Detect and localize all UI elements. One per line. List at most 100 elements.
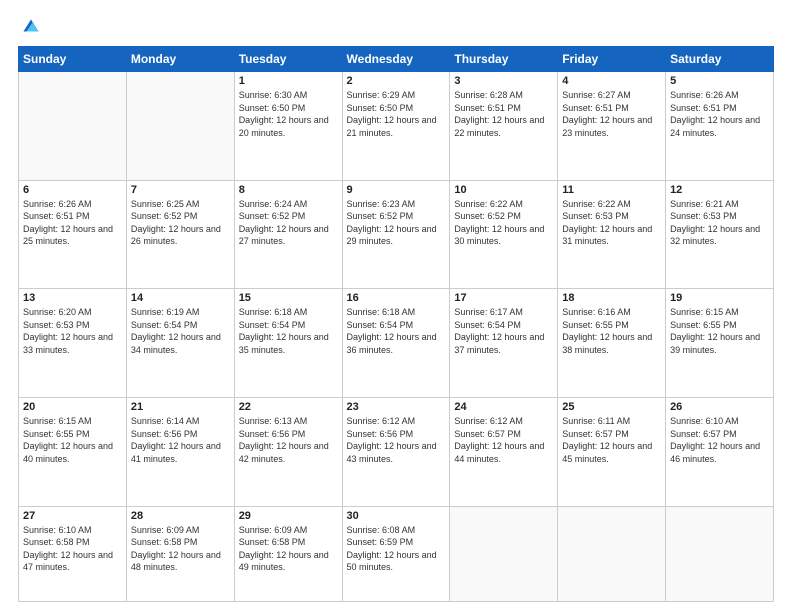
calendar-cell: 10Sunrise: 6:22 AM Sunset: 6:52 PM Dayli… <box>450 180 558 289</box>
day-info: Sunrise: 6:21 AM Sunset: 6:53 PM Dayligh… <box>670 198 769 248</box>
day-info: Sunrise: 6:29 AM Sunset: 6:50 PM Dayligh… <box>347 89 446 139</box>
day-number: 9 <box>347 184 446 196</box>
day-number: 7 <box>131 184 230 196</box>
calendar-cell: 4Sunrise: 6:27 AM Sunset: 6:51 PM Daylig… <box>558 72 666 181</box>
calendar-cell <box>558 506 666 601</box>
logo-icon <box>22 18 40 36</box>
calendar-day-header: Monday <box>126 47 234 72</box>
day-number: 2 <box>347 75 446 87</box>
day-info: Sunrise: 6:13 AM Sunset: 6:56 PM Dayligh… <box>239 415 338 465</box>
day-info: Sunrise: 6:15 AM Sunset: 6:55 PM Dayligh… <box>670 306 769 356</box>
day-info: Sunrise: 6:23 AM Sunset: 6:52 PM Dayligh… <box>347 198 446 248</box>
calendar-cell: 19 Sunrise: 6:15 AM Sunset: 6:55 PM Dayli… <box>666 289 774 398</box>
day-info: Sunrise: 6:18 AM Sunset: 6:54 PM Dayligh… <box>239 306 338 356</box>
header <box>18 18 774 36</box>
calendar-cell: 12 Sunrise: 6:21 AM Sunset: 6:53 PM Dayli… <box>666 180 774 289</box>
day-info: Sunrise: 6:09 AM Sunset: 6:58 PM Dayligh… <box>131 524 230 574</box>
day-info: Sunrise: 6:26 AM Sunset: 6:51 PM Dayligh… <box>670 89 769 139</box>
day-number: 21 <box>131 401 230 413</box>
day-info: Sunrise: 6:22 AM Sunset: 6:53 PM Dayligh… <box>562 198 661 248</box>
day-info: Sunrise: 6:19 AM Sunset: 6:54 PM Dayligh… <box>131 306 230 356</box>
calendar-cell: 29 Sunrise: 6:09 AM Sunset: 6:58 PM Dayli… <box>234 506 342 601</box>
day-info: Sunrise: 6:26 AM Sunset: 6:51 PM Dayligh… <box>23 198 122 248</box>
day-number: 28 <box>131 510 230 522</box>
day-number: 24 <box>454 401 553 413</box>
day-number: 30 <box>347 510 446 522</box>
day-number: 11 <box>562 184 661 196</box>
calendar-cell: 3 Sunrise: 6:28 AM Sunset: 6:51 PM Daylig… <box>450 72 558 181</box>
day-info: Sunrise: 6:12 AM Sunset: 6:57 PM Dayligh… <box>454 415 553 465</box>
day-number: 18 <box>562 292 661 304</box>
calendar-cell: 5 Sunrise: 6:26 AM Sunset: 6:51 PM Daylig… <box>666 72 774 181</box>
calendar-cell: 27Sunrise: 6:10 AM Sunset: 6:58 PM Dayli… <box>19 506 127 601</box>
day-number: 1 <box>239 75 338 87</box>
calendar-cell: 2 Sunrise: 6:29 AM Sunset: 6:50 PM Daylig… <box>342 72 450 181</box>
calendar-cell: 22 Sunrise: 6:13 AM Sunset: 6:56 PM Dayli… <box>234 397 342 506</box>
calendar-cell: 17Sunrise: 6:17 AM Sunset: 6:54 PM Dayli… <box>450 289 558 398</box>
day-info: Sunrise: 6:15 AM Sunset: 6:55 PM Dayligh… <box>23 415 122 465</box>
calendar-cell: 1 Sunrise: 6:30 AM Sunset: 6:50 PM Daylig… <box>234 72 342 181</box>
day-number: 16 <box>347 292 446 304</box>
calendar-header-row: SundayMondayTuesdayWednesdayThursdayFrid… <box>19 47 774 72</box>
calendar-cell: 6 Sunrise: 6:26 AM Sunset: 6:51 PM Daylig… <box>19 180 127 289</box>
calendar-cell <box>666 506 774 601</box>
day-number: 29 <box>239 510 338 522</box>
day-info: Sunrise: 6:30 AM Sunset: 6:50 PM Dayligh… <box>239 89 338 139</box>
day-number: 5 <box>670 75 769 87</box>
day-number: 25 <box>562 401 661 413</box>
calendar-week-row: 20 Sunrise: 6:15 AM Sunset: 6:55 PM Dayli… <box>19 397 774 506</box>
day-info: Sunrise: 6:28 AM Sunset: 6:51 PM Dayligh… <box>454 89 553 139</box>
day-number: 19 <box>670 292 769 304</box>
calendar-day-header: Thursday <box>450 47 558 72</box>
day-info: Sunrise: 6:20 AM Sunset: 6:53 PM Dayligh… <box>23 306 122 356</box>
calendar-cell: 13 Sunrise: 6:20 AM Sunset: 6:53 PM Dayli… <box>19 289 127 398</box>
day-info: Sunrise: 6:24 AM Sunset: 6:52 PM Dayligh… <box>239 198 338 248</box>
day-number: 23 <box>347 401 446 413</box>
day-info: Sunrise: 6:17 AM Sunset: 6:54 PM Dayligh… <box>454 306 553 356</box>
day-info: Sunrise: 6:12 AM Sunset: 6:56 PM Dayligh… <box>347 415 446 465</box>
calendar-cell <box>126 72 234 181</box>
calendar-cell: 23 Sunrise: 6:12 AM Sunset: 6:56 PM Dayli… <box>342 397 450 506</box>
day-number: 6 <box>23 184 122 196</box>
day-number: 22 <box>239 401 338 413</box>
calendar-cell: 24 Sunrise: 6:12 AM Sunset: 6:57 PM Dayli… <box>450 397 558 506</box>
calendar-cell: 21 Sunrise: 6:14 AM Sunset: 6:56 PM Dayli… <box>126 397 234 506</box>
day-info: Sunrise: 6:18 AM Sunset: 6:54 PM Dayligh… <box>347 306 446 356</box>
calendar-day-header: Friday <box>558 47 666 72</box>
day-info: Sunrise: 6:14 AM Sunset: 6:56 PM Dayligh… <box>131 415 230 465</box>
calendar-cell: 8 Sunrise: 6:24 AM Sunset: 6:52 PM Daylig… <box>234 180 342 289</box>
calendar-day-header: Saturday <box>666 47 774 72</box>
calendar-week-row: 6 Sunrise: 6:26 AM Sunset: 6:51 PM Daylig… <box>19 180 774 289</box>
day-number: 26 <box>670 401 769 413</box>
calendar-cell <box>450 506 558 601</box>
calendar-cell: 14 Sunrise: 6:19 AM Sunset: 6:54 PM Dayli… <box>126 289 234 398</box>
calendar-cell: 25 Sunrise: 6:11 AM Sunset: 6:57 PM Dayli… <box>558 397 666 506</box>
day-number: 8 <box>239 184 338 196</box>
day-info: Sunrise: 6:10 AM Sunset: 6:57 PM Dayligh… <box>670 415 769 465</box>
day-info: Sunrise: 6:11 AM Sunset: 6:57 PM Dayligh… <box>562 415 661 465</box>
calendar-cell: 15 Sunrise: 6:18 AM Sunset: 6:54 PM Dayli… <box>234 289 342 398</box>
day-info: Sunrise: 6:16 AM Sunset: 6:55 PM Dayligh… <box>562 306 661 356</box>
calendar-day-header: Wednesday <box>342 47 450 72</box>
day-number: 10 <box>454 184 553 196</box>
page: SundayMondayTuesdayWednesdayThursdayFrid… <box>0 0 792 612</box>
calendar-cell: 9 Sunrise: 6:23 AM Sunset: 6:52 PM Daylig… <box>342 180 450 289</box>
logo <box>18 18 40 36</box>
calendar-cell: 7 Sunrise: 6:25 AM Sunset: 6:52 PM Daylig… <box>126 180 234 289</box>
calendar-body: 1 Sunrise: 6:30 AM Sunset: 6:50 PM Daylig… <box>19 72 774 602</box>
calendar-cell: 11 Sunrise: 6:22 AM Sunset: 6:53 PM Dayli… <box>558 180 666 289</box>
day-number: 12 <box>670 184 769 196</box>
day-number: 20 <box>23 401 122 413</box>
day-number: 15 <box>239 292 338 304</box>
day-number: 14 <box>131 292 230 304</box>
day-info: Sunrise: 6:27 AM Sunset: 6:51 PM Dayligh… <box>562 89 661 139</box>
day-number: 3 <box>454 75 553 87</box>
calendar-day-header: Tuesday <box>234 47 342 72</box>
day-info: Sunrise: 6:25 AM Sunset: 6:52 PM Dayligh… <box>131 198 230 248</box>
calendar-cell: 26 Sunrise: 6:10 AM Sunset: 6:57 PM Dayli… <box>666 397 774 506</box>
day-info: Sunrise: 6:09 AM Sunset: 6:58 PM Dayligh… <box>239 524 338 574</box>
calendar-cell: 30 Sunrise: 6:08 AM Sunset: 6:59 PM Dayli… <box>342 506 450 601</box>
day-info: Sunrise: 6:08 AM Sunset: 6:59 PM Dayligh… <box>347 524 446 574</box>
calendar-day-header: Sunday <box>19 47 127 72</box>
day-number: 13 <box>23 292 122 304</box>
